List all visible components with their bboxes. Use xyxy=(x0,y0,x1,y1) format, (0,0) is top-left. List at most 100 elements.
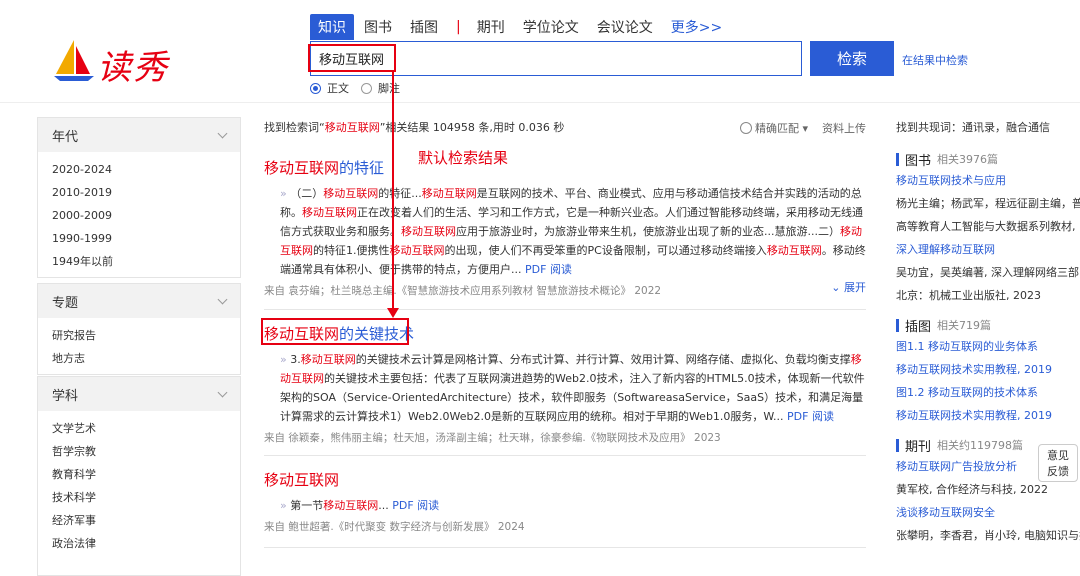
read-link[interactable]: 阅读 xyxy=(417,499,439,512)
tab-knowledge[interactable]: 知识 xyxy=(310,14,354,40)
filter-year-title: 年代 xyxy=(52,129,79,145)
bullet-icon: » xyxy=(280,353,291,366)
related-book-link[interactable]: 移动互联网技术与应用 xyxy=(896,169,1080,192)
section-title[interactable]: 插图 xyxy=(905,316,931,335)
summary-term: 移动互联网 xyxy=(324,121,380,134)
tab-conference-papers[interactable]: 会议论文 xyxy=(589,14,661,40)
annotation-arrow xyxy=(392,72,394,312)
section-title[interactable]: 期刊 xyxy=(905,436,931,455)
sort-exact-match[interactable]: 精确匹配 ▾ xyxy=(739,120,808,136)
bullet-icon: » xyxy=(280,499,291,512)
results-panel: 找到检索词“移动互联网”相关结果 104958 条,用时 0.036 秒 精确匹… xyxy=(264,115,866,548)
result-title[interactable]: 移动互联网的特征 xyxy=(264,157,866,178)
tab-more[interactable]: 更多>> xyxy=(663,14,730,40)
cooccurrence-values[interactable]: 通讯录，融合通信 xyxy=(962,121,1050,134)
filter-topic-header[interactable]: 专题 xyxy=(38,284,240,318)
chevron-down-icon xyxy=(217,128,228,138)
result-snippet-text: 第一节移动互联网... xyxy=(290,499,389,512)
related-book-meta: 高等教育人工智能与大数据系列教材, ... xyxy=(896,220,1080,233)
read-link[interactable]: 阅读 xyxy=(812,410,834,423)
related-figure-link[interactable]: 图1.1 移动互联网的业务体系 xyxy=(896,335,1080,358)
related-figure-source[interactable]: 移动互联网技术实用教程, 2019 xyxy=(896,358,1080,381)
result-snippet: » （二）移动互联网的特征...移动互联网是互联网的技术、平台、商业模式、应用与… xyxy=(264,184,866,279)
section-count: 相关约119798篇 xyxy=(937,439,1024,452)
tab-journals[interactable]: 期刊 xyxy=(469,14,513,40)
related-journal-meta: 张攀明，李香君，肖小玲, 电脑知识与技 xyxy=(896,529,1080,542)
section-count: 相关719篇 xyxy=(937,319,992,332)
filter-subject-item[interactable]: 教育科学 xyxy=(52,463,240,486)
related-book-meta: 杨光主编；杨武军，程远征副主编，普通 xyxy=(896,197,1080,210)
section-title[interactable]: 图书 xyxy=(905,150,931,169)
related-books-header: 图书 相关3976篇 xyxy=(896,149,1080,169)
result-title-term: 移动互联网 xyxy=(264,159,340,177)
related-book-link[interactable]: 深入理解移动互联网 xyxy=(896,238,1080,261)
result-title-rest: 的特征 xyxy=(339,159,385,177)
upload-link[interactable]: 资料上传 xyxy=(822,120,866,136)
filter-year-item[interactable]: 1949年以前 xyxy=(52,250,240,273)
pdf-link[interactable]: PDF xyxy=(392,499,413,512)
search-within-results-link[interactable]: 在结果中检索 xyxy=(902,52,968,68)
related-panel: 找到共现词：通讯录，融合通信 图书 相关3976篇 移动互联网技术与应用 杨光主… xyxy=(896,115,1080,547)
tab-books[interactable]: 图书 xyxy=(356,14,400,40)
highlighted-term: 移动互联网 xyxy=(766,244,822,257)
sort-bar: 精确匹配 ▾ 资料上传 xyxy=(739,115,866,141)
result-title[interactable]: 移动互联网的关键技术 xyxy=(264,323,866,344)
filter-subject-item[interactable]: 政治法律 xyxy=(52,532,240,555)
read-link[interactable]: 阅读 xyxy=(550,263,572,276)
pdf-link[interactable]: PDF xyxy=(787,410,808,423)
result-title-rest: 的关键技术 xyxy=(339,325,415,343)
filter-subject-item[interactable]: 技术科学 xyxy=(52,486,240,509)
result-title-term: 移动互联网 xyxy=(264,325,340,343)
chevron-down-icon xyxy=(217,387,228,397)
filter-topic-item[interactable]: 研究报告 xyxy=(52,324,240,347)
result-title[interactable]: 移动互联网 xyxy=(264,469,866,490)
search-category-tabs: 知识 图书 插图 | 期刊 学位论文 会议论文 更多>> xyxy=(310,14,732,40)
search-box xyxy=(310,41,802,76)
related-figure-link[interactable]: 图1.2 移动互联网的技术体系 xyxy=(896,381,1080,404)
radio-footnote-label: 脚注 xyxy=(378,82,400,95)
filter-topic-item[interactable]: 地方志 xyxy=(52,347,240,370)
pdf-link[interactable]: PDF xyxy=(525,263,546,276)
filter-subject-header[interactable]: 学科 xyxy=(38,377,240,411)
result-snippet-text: 3.移动互联网的关键技术云计算是网格计算、分布式计算、并行计算、效用计算、网络存… xyxy=(280,353,865,423)
filter-subject-item[interactable]: 文学艺术 xyxy=(52,417,240,440)
logo-sail-icon xyxy=(54,40,94,81)
radio-footnote[interactable] xyxy=(361,82,372,94)
filter-year-item[interactable]: 2010-2019 xyxy=(52,181,240,204)
highlighted-term: 移动互联网 xyxy=(280,353,862,385)
filter-subject-item[interactable]: 经济军事 xyxy=(52,509,240,532)
filter-year-item[interactable]: 1990-1999 xyxy=(52,227,240,250)
result-source: 来自 鲍世超著.《时代聚变 数字经济与创新发展》 2024 xyxy=(264,521,525,533)
search-button[interactable]: 检索 xyxy=(810,41,894,76)
section-bar xyxy=(896,438,899,452)
radio-body-text[interactable] xyxy=(310,82,321,94)
related-book-meta: 北京：机械工业出版社, 2023 xyxy=(896,289,1041,302)
expand-button[interactable]: ⌄ 展开 xyxy=(831,279,866,295)
highlighted-term: 移动互联网 xyxy=(300,353,356,366)
related-journal-link[interactable]: 浅谈移动互联网安全 xyxy=(896,501,1080,524)
feedback-button[interactable]: 意见 反馈 xyxy=(1038,444,1078,482)
annotation-default-results: 默认检索结果 xyxy=(418,149,509,167)
highlighted-term: 移动互联网 xyxy=(401,225,456,238)
highlighted-term: 移动互联网 xyxy=(323,499,379,512)
chevron-down-icon: ⌄ xyxy=(831,281,844,294)
related-book-meta: 吴功宜，吴英编著, 深入理解网络三部曲, xyxy=(896,266,1080,279)
search-input[interactable] xyxy=(311,42,801,75)
tab-separator: | xyxy=(456,19,461,35)
divider xyxy=(264,455,866,456)
filter-year-header[interactable]: 年代 xyxy=(38,118,240,152)
result-item: 移动互联网的关键技术 » 3.移动互联网的关键技术云计算是网格计算、分布式计算、… xyxy=(264,323,866,445)
tab-theses[interactable]: 学位论文 xyxy=(515,14,587,40)
summary-suffix: ”相关结果 104958 条,用时 0.036 秒 xyxy=(379,121,565,134)
related-figure-source[interactable]: 移动互联网技术实用教程, 2019 xyxy=(896,404,1080,427)
cooccurrence-label: 找到共现词： xyxy=(896,121,962,134)
arrow-down-icon xyxy=(387,308,399,318)
filter-year-item[interactable]: 2020-2024 xyxy=(52,158,240,181)
feedback-line2: 反馈 xyxy=(1047,465,1069,478)
filter-topic-panel: 专题 研究报告 地方志 xyxy=(37,283,241,375)
filter-year-item[interactable]: 2000-2009 xyxy=(52,204,240,227)
highlighted-term: 移动互联网 xyxy=(421,187,477,200)
filter-year-panel: 年代 2020-2024 2010-2019 2000-2009 1990-19… xyxy=(37,117,241,278)
filter-subject-item[interactable]: 哲学宗教 xyxy=(52,440,240,463)
tab-figures[interactable]: 插图 xyxy=(402,14,446,40)
